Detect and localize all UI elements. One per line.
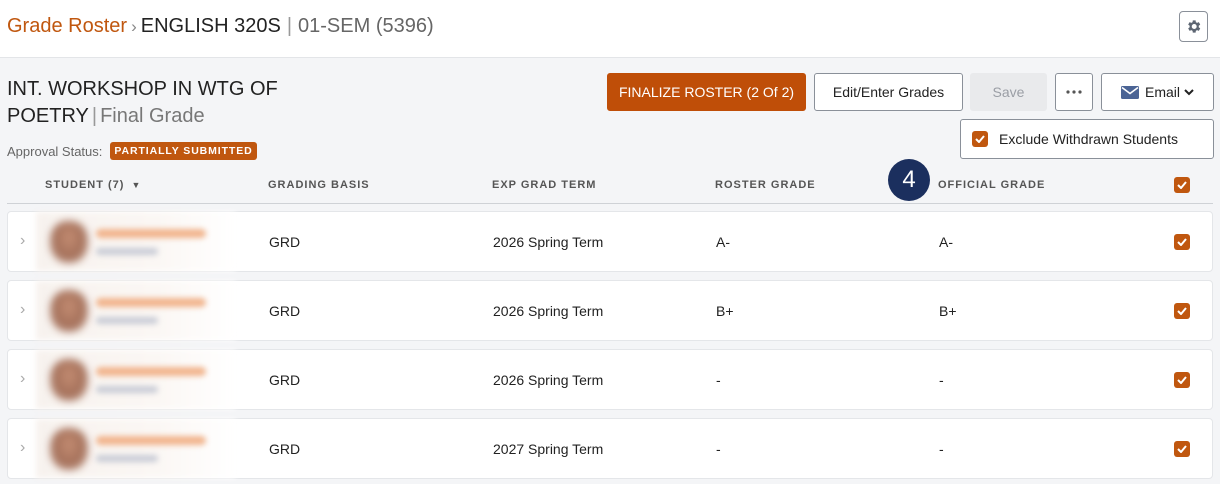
page-title: INT. WORKSHOP IN WTG OF POETRY | Final Gra…	[7, 76, 337, 130]
roster-grade-cell: B+	[716, 303, 734, 319]
grade-type: Final Grade	[100, 105, 205, 127]
grading-basis-cell: GRD	[269, 234, 301, 250]
grading-basis-cell: GRD	[269, 303, 301, 319]
avatar	[50, 290, 88, 332]
exclude-withdrawn-label: Exclude Withdrawn Students	[999, 131, 1178, 147]
column-header-roster-grade: ROSTER GRADE	[715, 179, 816, 191]
row-checkbox[interactable]	[1174, 234, 1190, 250]
official-grade-cell: A-	[939, 234, 953, 250]
gear-icon	[1188, 20, 1201, 33]
save-button[interactable]: Save	[970, 73, 1047, 111]
row-checkbox[interactable]	[1174, 303, 1190, 319]
checkmark-icon	[1177, 445, 1187, 453]
row-checkbox[interactable]	[1174, 372, 1190, 388]
column-header-official-grade: OFFICIAL GRADE	[938, 179, 1046, 191]
official-grade-cell: B+	[939, 303, 957, 319]
official-grade-cell: -	[939, 441, 944, 457]
roster-grade-cell: -	[716, 441, 721, 457]
breadcrumb-course: ENGLISH 320S	[140, 15, 281, 37]
row-checkbox[interactable]	[1174, 441, 1190, 457]
student-name-redacted	[96, 436, 206, 445]
student-name-redacted	[96, 229, 206, 238]
status-badge: PARTIALLY SUBMITTED	[110, 142, 257, 160]
header-divider	[7, 203, 1213, 204]
roster-grade-cell: A-	[716, 234, 730, 250]
student-header-label: STUDENT (7)	[45, 179, 125, 191]
checkmark-icon	[1177, 376, 1187, 384]
finalize-roster-button[interactable]: FINALIZE ROSTER (2 Of 2)	[607, 73, 806, 111]
checkmark-icon	[1177, 181, 1187, 189]
table-row[interactable]: › GRD 2026 Spring Term - -	[7, 349, 1213, 410]
chevron-right-icon[interactable]: ›	[20, 232, 25, 250]
exp-grad-term-cell: 2026 Spring Term	[493, 303, 604, 319]
breadcrumb-grade-roster-link[interactable]: Grade Roster	[7, 15, 127, 37]
more-options-icon	[1066, 90, 1082, 94]
grading-basis-cell: GRD	[269, 372, 301, 388]
roster-grade-cell: -	[716, 372, 721, 388]
email-label: Email	[1144, 84, 1180, 100]
step-marker: 4	[888, 159, 930, 201]
envelope-icon	[1120, 85, 1139, 99]
caret-down-icon: ▼	[131, 180, 142, 190]
chevron-right-icon[interactable]: ›	[20, 301, 25, 319]
breadcrumb: Grade Roster › ENGLISH 320S | 01-SEM (5396)	[7, 15, 434, 38]
column-header-exp-grad-term: EXP GRAD TERM	[492, 179, 597, 191]
exp-grad-term-cell: 2027 Spring Term	[493, 441, 604, 457]
student-id-redacted	[96, 248, 158, 255]
breadcrumb-divider: |	[286, 15, 293, 37]
grading-basis-cell: GRD	[269, 441, 301, 457]
table-row[interactable]: › GRD 2027 Spring Term - -	[7, 418, 1213, 479]
approval-status: Approval Status: PARTIALLY SUBMITTED	[7, 142, 257, 160]
title-divider: |	[91, 105, 98, 127]
approval-status-label: Approval Status:	[7, 143, 103, 159]
avatar	[50, 221, 88, 263]
avatar	[50, 428, 88, 470]
select-all-checkbox[interactable]	[1174, 177, 1190, 193]
official-grade-cell: -	[939, 372, 944, 388]
chevron-down-icon	[1184, 88, 1194, 95]
column-header-student[interactable]: STUDENT (7) ▼	[45, 179, 141, 191]
exp-grad-term-cell: 2026 Spring Term	[493, 372, 604, 388]
exp-grad-term-cell: 2026 Spring Term	[493, 234, 604, 250]
student-id-redacted	[96, 317, 158, 324]
breadcrumb-section: 01-SEM (5396)	[298, 15, 434, 37]
top-bar: Grade Roster › ENGLISH 320S | 01-SEM (5396)	[0, 0, 1220, 58]
table-row[interactable]: › GRD 2026 Spring Term B+ B+	[7, 280, 1213, 341]
checkmark-icon	[975, 135, 985, 143]
avatar	[50, 359, 88, 401]
column-header-grading-basis: GRADING BASIS	[268, 179, 370, 191]
student-id-redacted	[96, 455, 158, 462]
student-id-redacted	[96, 386, 158, 393]
chevron-right-icon[interactable]: ›	[20, 439, 25, 457]
exclude-withdrawn-toggle[interactable]: Exclude Withdrawn Students	[960, 119, 1214, 159]
chevron-right-icon[interactable]: ›	[20, 370, 25, 388]
email-dropdown-button[interactable]: Email	[1101, 73, 1214, 111]
table-row[interactable]: › GRD 2026 Spring Term A- A-	[7, 211, 1213, 272]
student-name-redacted	[96, 367, 206, 376]
checkmark-icon	[1177, 238, 1187, 246]
exclude-withdrawn-checkbox[interactable]	[972, 131, 988, 147]
more-options-button[interactable]	[1055, 73, 1093, 111]
edit-enter-grades-button[interactable]: Edit/Enter Grades	[814, 73, 963, 111]
chevron-right-icon: ›	[131, 17, 137, 36]
settings-button[interactable]	[1179, 11, 1208, 42]
student-name-redacted	[96, 298, 206, 307]
checkmark-icon	[1177, 307, 1187, 315]
